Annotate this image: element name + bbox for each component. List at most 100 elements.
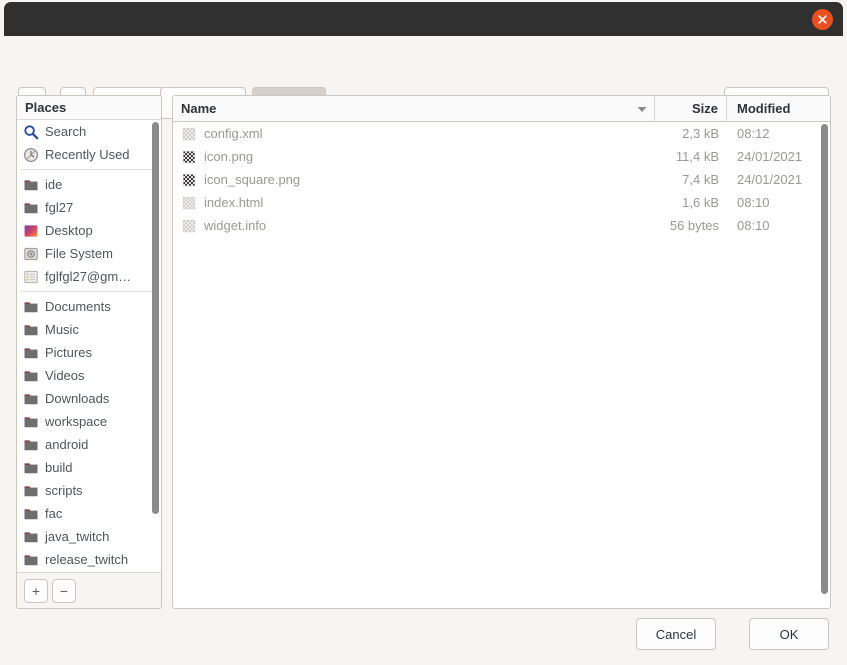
places-list[interactable]: Search Recently Used ide fgl27 Desktop File S… [17,120,161,572]
sidebar-item-documents[interactable]: Documents [17,295,161,318]
dialog-footer: Cancel OK [0,609,847,665]
sidebar-item-scripts[interactable]: scripts [17,479,161,502]
sidebar-item-search[interactable]: Search [17,120,161,143]
disk-icon [24,247,38,260]
clock-icon [23,147,39,162]
sidebar-item-label: Search [45,124,87,139]
sidebar-item-label: Music [45,322,79,337]
folder-icon [24,301,38,312]
folder-icon [24,416,38,427]
sidebar-item-label: java_twitch [45,529,110,544]
file-modified: 24/01/2021 [737,172,803,187]
file-row[interactable]: index.html 1,6 kB 08:10 [173,191,830,214]
folder-icon [24,347,38,358]
sidebar-item-release-twitch[interactable]: release_twitch [17,548,161,571]
file-row[interactable]: icon_square.png 7,4 kB 24/01/2021 [173,168,830,191]
sidebar-item-label: release_twitch [45,552,129,567]
sidebar-item-file-system[interactable]: File System [17,242,161,265]
file-row[interactable]: widget.info 56 bytes 08:10 [173,214,830,237]
ok-button[interactable]: OK [749,618,829,650]
sidebar-item-java-twitch[interactable]: java_twitch [17,525,161,548]
sidebar-item-videos[interactable]: Videos [17,364,161,387]
folder-icon [24,393,38,404]
sidebar-scrollbar[interactable] [152,122,159,570]
sidebar-item-label: File System [45,246,113,261]
sidebar-item-label: Desktop [45,223,93,238]
folder-icon [24,179,38,190]
sidebar-item-label: fglfgl27@gm… [45,269,132,284]
file-modified: 08:10 [737,195,770,210]
file-list-scrollbar[interactable] [821,124,828,602]
sidebar-item-label: Recently Used [45,147,130,162]
file-icon [182,196,196,209]
sidebar-item-label: fgl27 [45,200,74,215]
column-header-size[interactable]: Size [655,96,727,121]
file-row[interactable]: config.xml 2,3 kB 08:12 [173,122,830,145]
cancel-button[interactable]: Cancel [636,618,716,650]
sidebar-item-ide[interactable]: ide [17,173,161,196]
remove-bookmark-button[interactable]: − [52,579,76,603]
sidebar-item-label: ide [45,177,63,192]
file-size: 2,3 kB [682,126,719,141]
file-modified: 24/01/2021 [737,149,803,164]
file-name: index.html [204,195,264,210]
close-icon[interactable] [812,9,833,30]
file-name-cell: widget.info [173,218,655,234]
sidebar-item-fglfgl27-gm[interactable]: fglfgl27@gm… [17,265,161,288]
folder-icon [24,508,38,519]
sidebar-item-label: Pictures [45,345,92,360]
sidebar-item-recently-used[interactable]: Recently Used [17,143,161,166]
sidebar-item-build[interactable]: build [17,456,161,479]
sidebar-item-label: build [45,460,73,475]
image-icon [182,150,196,163]
sidebar-scrollbar-thumb[interactable] [152,122,159,514]
column-header-modified-label: Modified [737,101,791,116]
file-list-header: Name Size Modified [173,96,830,122]
titlebar [4,2,843,36]
sidebar-item-downloads[interactable]: Downloads [17,387,161,410]
folder-icon [24,202,38,213]
sidebar-separator [21,169,159,170]
folder-icon [24,439,38,450]
file-size: 11,4 kB [675,149,719,164]
file-list-scrollbar-thumb[interactable] [821,124,828,594]
desktop-icon [24,224,38,237]
column-header-name-label: Name [181,101,217,116]
column-header-name[interactable]: Name [173,96,655,121]
search-icon [24,124,39,139]
file-name-cell: index.html [173,195,655,211]
column-header-size-label: Size [691,101,718,116]
file-size: 56 bytes [669,218,719,233]
sidebar-item-pictures[interactable]: Pictures [17,341,161,364]
file-rows[interactable]: config.xml 2,3 kB 08:12 icon.png 11,4 kB 24/0… [173,122,830,237]
sidebar-item-fgl27[interactable]: fgl27 [17,196,161,219]
file-name-cell: config.xml [173,126,655,142]
file-name-cell: icon.png [173,149,655,165]
file-size: 1,6 kB [682,195,719,210]
sidebar-item-music[interactable]: Music [17,318,161,341]
card-icon [24,270,38,283]
sidebar-item-desktop[interactable]: Desktop [17,219,161,242]
sidebar-item-workspace[interactable]: workspace [17,410,161,433]
file-modified: 08:12 [737,126,770,141]
file-name: icon_square.png [204,172,301,187]
file-name: icon.png [204,149,254,164]
places-header: Places [17,96,161,120]
folder-icon [24,554,38,565]
folder-icon [24,462,38,473]
file-size: 7,4 kB [682,172,719,187]
sidebar-item-label: fac [45,506,63,521]
toolbar: fgl27 Downloads 4.0.1_V8 Create Folder [0,36,847,119]
sidebar-item-label: Documents [45,299,111,314]
image-icon [182,173,196,186]
places-sidebar: Places Search Recently Used ide fgl27 Deskto… [16,95,162,609]
file-row[interactable]: icon.png 11,4 kB 24/01/2021 [173,145,830,168]
file-list-pane: Name Size Modified config.xml 2,3 kB 08:12… [172,95,831,609]
add-bookmark-button[interactable]: + [24,579,48,603]
file-icon [182,127,196,140]
sidebar-item-fac[interactable]: fac [17,502,161,525]
places-footer: + − [17,572,161,608]
file-icon [182,219,196,232]
sidebar-item-android[interactable]: android [17,433,161,456]
column-header-modified[interactable]: Modified [727,96,822,121]
